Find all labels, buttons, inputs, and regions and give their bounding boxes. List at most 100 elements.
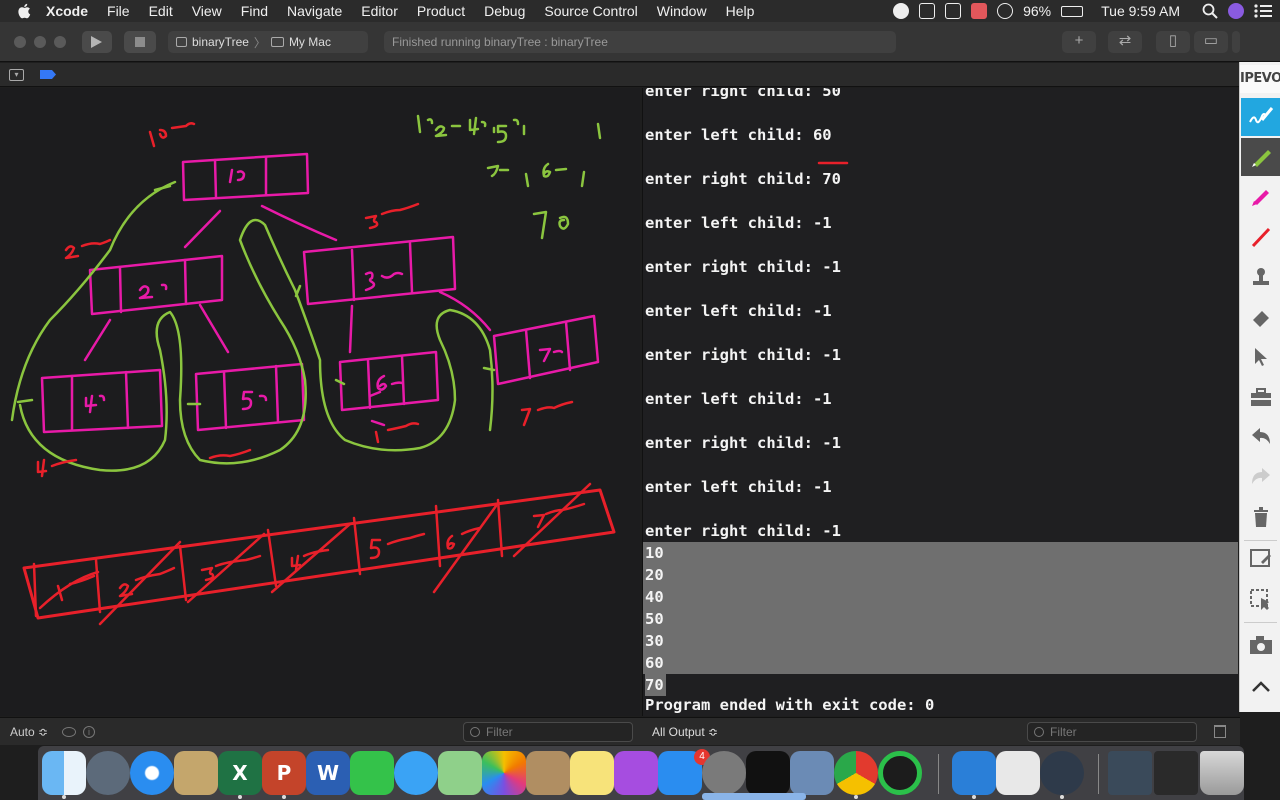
messages-icon[interactable] bbox=[394, 751, 438, 795]
menu-product[interactable]: Product bbox=[417, 3, 465, 19]
collapse-toolbar-button[interactable] bbox=[1241, 668, 1280, 706]
window-zoom-button[interactable] bbox=[54, 36, 66, 48]
toolbox-tool[interactable] bbox=[1241, 378, 1280, 416]
apple-tv-icon[interactable] bbox=[746, 751, 790, 795]
stamp-icon bbox=[1253, 268, 1269, 285]
excel-icon[interactable]: X bbox=[218, 751, 262, 795]
menu-file[interactable]: File bbox=[107, 3, 130, 19]
navigator-toggle-icon[interactable]: ▯ bbox=[1156, 31, 1190, 53]
window-minimize-button[interactable] bbox=[34, 36, 46, 48]
menu-debug[interactable]: Debug bbox=[484, 3, 525, 19]
wifi-icon[interactable] bbox=[997, 3, 1014, 19]
battery-icon[interactable] bbox=[1061, 5, 1084, 17]
annotation-drawing-area[interactable] bbox=[0, 88, 640, 716]
tree-node-20 bbox=[88, 254, 224, 316]
capture-icon[interactable] bbox=[919, 3, 936, 19]
eraser-tool[interactable] bbox=[1241, 298, 1280, 336]
preview-icon[interactable] bbox=[174, 751, 218, 795]
camera-status-icon[interactable] bbox=[945, 3, 962, 19]
powerpoint-icon[interactable]: P bbox=[262, 751, 306, 795]
console-line: enter left child: -1 bbox=[645, 478, 832, 496]
photos-icon[interactable] bbox=[482, 751, 526, 795]
variables-scope-popup[interactable]: Auto ≎ bbox=[10, 725, 48, 739]
screenshot-stack-icon[interactable] bbox=[1108, 751, 1152, 795]
output-line: 60 bbox=[645, 654, 664, 672]
launchpad-icon[interactable] bbox=[86, 751, 130, 795]
podcasts-icon[interactable] bbox=[614, 751, 658, 795]
menu-xcode[interactable]: Xcode bbox=[46, 3, 88, 19]
clock[interactable]: Tue 9:59 AM bbox=[1101, 3, 1180, 19]
quicktime-icon[interactable] bbox=[1040, 751, 1084, 795]
undo-icon bbox=[1252, 428, 1270, 444]
xcode-icon[interactable] bbox=[952, 751, 996, 795]
marker-tool[interactable] bbox=[1241, 218, 1280, 256]
highlighter-tool[interactable] bbox=[1241, 178, 1280, 216]
menu-help[interactable]: Help bbox=[726, 3, 755, 19]
safari-icon[interactable] bbox=[130, 751, 174, 795]
notification-center-icon[interactable] bbox=[1254, 4, 1272, 18]
running-indicator bbox=[1060, 795, 1064, 799]
menu-find[interactable]: Find bbox=[241, 3, 268, 19]
pointer-tool[interactable] bbox=[1241, 338, 1280, 376]
scribble-pen-tool[interactable] bbox=[1241, 98, 1280, 136]
textedit-icon[interactable] bbox=[996, 751, 1040, 795]
siri-icon[interactable] bbox=[1228, 3, 1244, 19]
facetime-icon[interactable] bbox=[350, 751, 394, 795]
activity-icon[interactable] bbox=[878, 751, 922, 795]
scheme-selector[interactable]: binaryTree 〉 My Mac bbox=[168, 31, 368, 53]
capture-region-icon bbox=[1250, 589, 1269, 610]
stamp-tool[interactable] bbox=[1241, 258, 1280, 296]
apple-icon[interactable] bbox=[16, 2, 34, 20]
capture-button[interactable] bbox=[1241, 540, 1280, 578]
exit-status-line: Program ended with exit code: 0 bbox=[645, 696, 935, 714]
camera-button[interactable] bbox=[1241, 626, 1280, 664]
battery-percent[interactable]: 96% bbox=[1023, 3, 1051, 19]
clear-console-trash-icon[interactable] bbox=[1214, 725, 1226, 738]
running-indicator bbox=[972, 795, 976, 799]
undo-button[interactable] bbox=[1241, 418, 1280, 456]
terminal-stack-icon[interactable] bbox=[1154, 751, 1198, 795]
run-button[interactable] bbox=[82, 31, 112, 53]
debug-area-toggle-icon[interactable]: ▭ bbox=[1194, 31, 1228, 53]
window-close-button[interactable] bbox=[14, 36, 26, 48]
redo-button[interactable] bbox=[1241, 458, 1280, 496]
word-icon[interactable]: W bbox=[306, 751, 350, 795]
image-capture-icon[interactable] bbox=[790, 751, 834, 795]
breakpoints-icon[interactable] bbox=[40, 70, 56, 79]
review-arrows-icon[interactable]: ⇄ bbox=[1108, 31, 1142, 53]
pen-tool[interactable] bbox=[1241, 138, 1280, 176]
system-preferences-icon[interactable] bbox=[702, 751, 746, 795]
console-filter-field[interactable]: Filter bbox=[1027, 722, 1197, 742]
spotlight-search-icon[interactable] bbox=[1202, 3, 1218, 19]
ipevo-annotation-toolbar: IPEVO bbox=[1239, 62, 1280, 712]
annotate-status-icon[interactable] bbox=[971, 3, 988, 19]
clear-button[interactable] bbox=[1241, 498, 1280, 536]
menu-window[interactable]: Window bbox=[657, 3, 707, 19]
finder-icon[interactable] bbox=[42, 751, 86, 795]
menu-editor[interactable]: Editor bbox=[361, 3, 398, 19]
menu-source-control[interactable]: Source Control bbox=[544, 3, 637, 19]
capture-screen-icon bbox=[1250, 549, 1271, 567]
inspector-toggle-icon[interactable] bbox=[1232, 31, 1240, 53]
terminal-app-icon bbox=[176, 37, 187, 47]
trash-icon[interactable] bbox=[1200, 751, 1244, 795]
hide-debug-area-icon[interactable]: ▾ bbox=[9, 69, 24, 81]
stop-button[interactable] bbox=[124, 31, 156, 53]
info-icon[interactable]: i bbox=[83, 726, 95, 738]
variables-filter-field[interactable]: Filter bbox=[463, 722, 633, 742]
contacts-icon[interactable] bbox=[526, 751, 570, 795]
notes-icon[interactable] bbox=[570, 751, 614, 795]
menu-view[interactable]: View bbox=[192, 3, 222, 19]
library-plus-icon[interactable]: + bbox=[1062, 31, 1096, 53]
capture-region-button[interactable] bbox=[1241, 580, 1280, 618]
eye-icon[interactable] bbox=[62, 727, 76, 737]
chrome-icon[interactable] bbox=[834, 751, 878, 795]
console-output[interactable]: enter right child: 50 enter left child: … bbox=[642, 88, 1238, 716]
maps-icon[interactable] bbox=[438, 751, 482, 795]
output-scope-popup[interactable]: All Output ≎ bbox=[652, 725, 718, 739]
filter-placeholder: Filter bbox=[486, 725, 513, 739]
menu-navigate[interactable]: Navigate bbox=[287, 3, 342, 19]
menu-edit[interactable]: Edit bbox=[149, 3, 173, 19]
record-icon[interactable] bbox=[893, 3, 910, 19]
hand-drawn-tree-diagram bbox=[10, 114, 616, 626]
